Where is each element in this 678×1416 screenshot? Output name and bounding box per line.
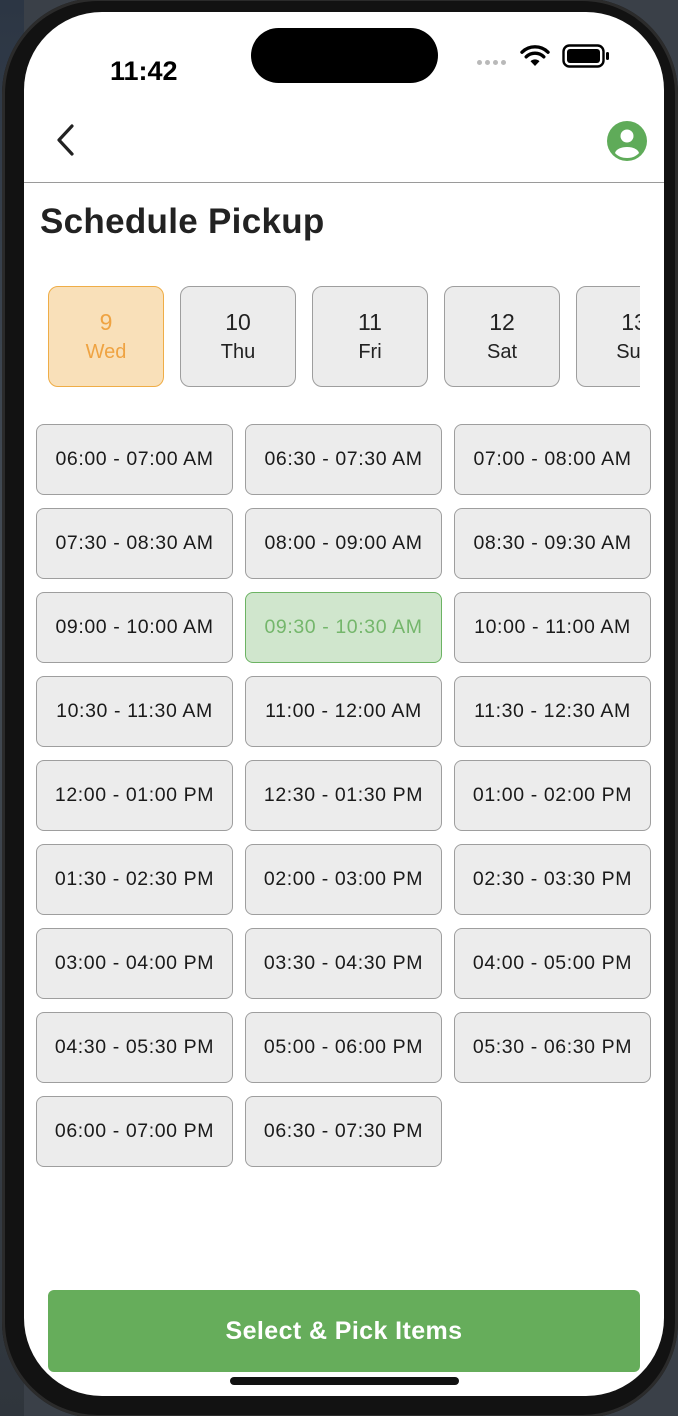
select-pick-items-button[interactable]: Select & Pick Items — [48, 1290, 640, 1372]
time-slot-button[interactable]: 03:30 - 04:30 PM — [245, 928, 442, 999]
time-slot-button[interactable]: 07:00 - 08:00 AM — [454, 424, 651, 495]
date-card-sat[interactable]: 12 Sat — [444, 286, 560, 387]
time-slot-button[interactable]: 01:00 - 02:00 PM — [454, 760, 651, 831]
date-weekday: Sun — [616, 340, 640, 363]
date-number: 11 — [358, 308, 382, 335]
time-slot-button[interactable]: 02:30 - 03:30 PM — [454, 844, 651, 915]
date-number: 10 — [225, 308, 251, 335]
date-card-sun[interactable]: 13 Sun — [576, 286, 640, 387]
date-card-thu[interactable]: 10 Thu — [180, 286, 296, 387]
time-slot-button[interactable]: 02:00 - 03:00 PM — [245, 844, 442, 915]
time-slot-button[interactable]: 04:30 - 05:30 PM — [36, 1012, 233, 1083]
home-indicator — [230, 1377, 459, 1385]
profile-button[interactable] — [606, 120, 648, 162]
phone-frame: 11:42 Schedule Pickup 9 Wed 10 Thu 11 Fr… — [2, 0, 678, 1416]
date-list: 9 Wed 10 Thu 11 Fri 12 Sat 13 Sun — [48, 286, 640, 387]
date-weekday: Sat — [486, 340, 518, 363]
app-screen: 11:42 Schedule Pickup 9 Wed 10 Thu 11 Fr… — [24, 12, 664, 1396]
time-slot-button[interactable]: 03:00 - 04:00 PM — [36, 928, 233, 999]
date-weekday: Fri — [358, 340, 382, 363]
time-slot-button[interactable]: 11:30 - 12:30 AM — [454, 676, 651, 747]
time-slot-button[interactable]: 12:30 - 01:30 PM — [245, 760, 442, 831]
date-picker-strip[interactable]: 9 Wed 10 Thu 11 Fri 12 Sat 13 Sun — [48, 286, 640, 390]
time-slot-button[interactable]: 06:30 - 07:30 AM — [245, 424, 442, 495]
battery-icon — [562, 44, 609, 68]
dynamic-island — [251, 28, 438, 83]
time-slot-button[interactable]: 06:30 - 07:30 PM — [245, 1096, 442, 1167]
date-card-fri[interactable]: 11 Fri — [312, 286, 428, 387]
header-divider — [24, 182, 664, 183]
date-weekday: Thu — [220, 340, 256, 363]
time-slot-button[interactable]: 05:00 - 06:00 PM — [245, 1012, 442, 1083]
time-slot-button[interactable]: 09:00 - 10:00 AM — [36, 592, 233, 663]
date-weekday: Wed — [85, 340, 127, 363]
page-title: Schedule Pickup — [40, 202, 325, 241]
time-slot-button[interactable]: 12:00 - 01:00 PM — [36, 760, 233, 831]
time-slot-button[interactable]: 09:30 - 10:30 AM — [245, 592, 442, 663]
back-button[interactable] — [52, 122, 82, 158]
time-slot-button[interactable]: 05:30 - 06:30 PM — [454, 1012, 651, 1083]
time-slot-grid: 06:00 - 07:00 AM 06:30 - 07:30 AM 07:00 - … — [36, 424, 654, 1167]
date-number: 9 — [99, 308, 113, 335]
date-number: 13 — [621, 308, 640, 335]
time-slot-button[interactable]: 01:30 - 02:30 PM — [36, 844, 233, 915]
date-card-wed[interactable]: 9 Wed — [48, 286, 164, 387]
status-time: 11:42 — [110, 56, 178, 86]
time-slot-button[interactable]: 10:00 - 11:00 AM — [454, 592, 651, 663]
wifi-icon — [520, 45, 550, 66]
time-slot-button[interactable]: 11:00 - 12:00 AM — [245, 676, 442, 747]
time-slot-button[interactable]: 08:30 - 09:30 AM — [454, 508, 651, 579]
time-slot-button[interactable]: 04:00 - 05:00 PM — [454, 928, 651, 999]
chevron-left-icon — [57, 124, 74, 156]
time-slot-button[interactable]: 06:00 - 07:00 PM — [36, 1096, 233, 1167]
time-slot-button[interactable]: 06:00 - 07:00 AM — [36, 424, 233, 495]
time-slot-button[interactable]: 08:00 - 09:00 AM — [245, 508, 442, 579]
user-avatar-icon — [607, 121, 647, 161]
time-slot-button[interactable]: 10:30 - 11:30 AM — [36, 676, 233, 747]
time-slot-button[interactable]: 07:30 - 08:30 AM — [36, 508, 233, 579]
date-number: 12 — [489, 308, 515, 335]
signal-dots-icon — [477, 60, 506, 65]
